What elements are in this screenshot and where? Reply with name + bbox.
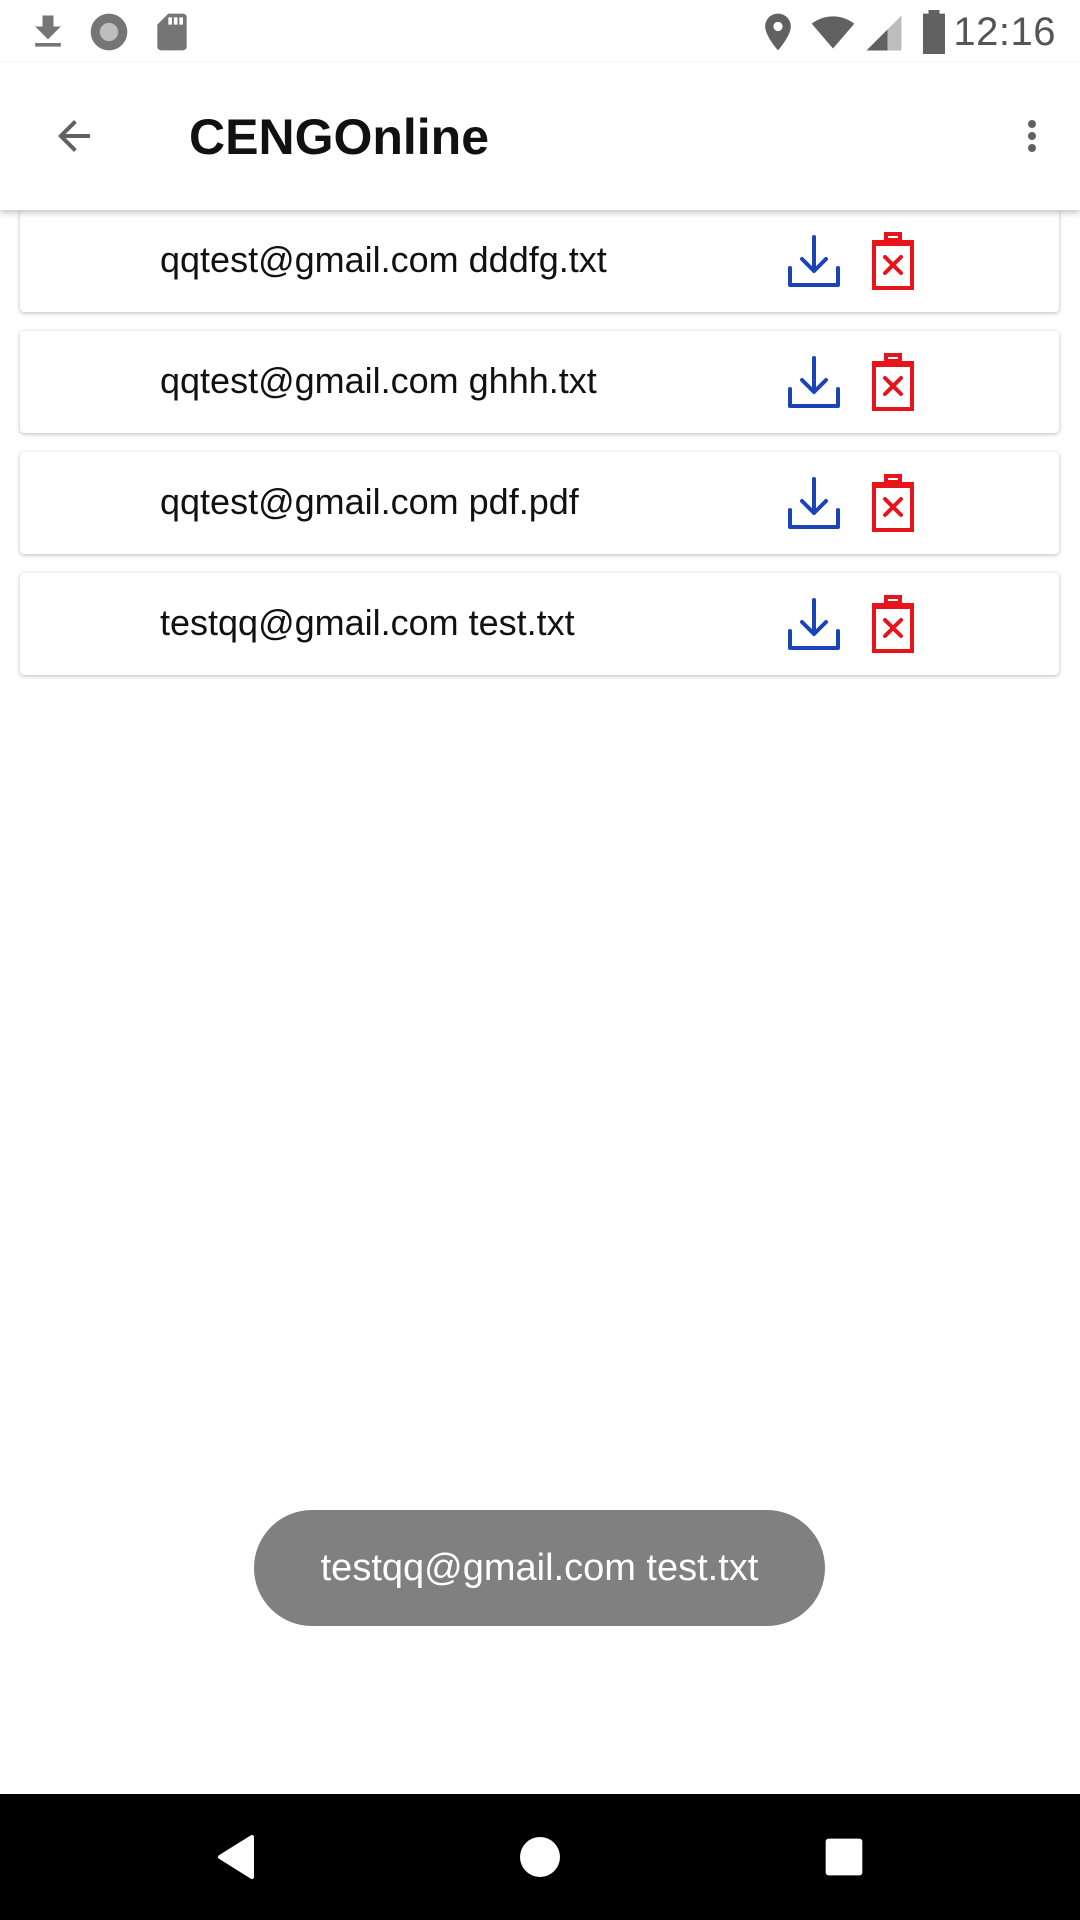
- download-icon: [788, 477, 840, 529]
- download-button[interactable]: [782, 595, 846, 655]
- app-bar: CENGOnline: [0, 63, 1080, 210]
- delete-button[interactable]: [865, 229, 921, 293]
- delete-icon: [872, 232, 914, 290]
- delete-button[interactable]: [865, 592, 921, 656]
- more-vert-icon: [1028, 120, 1036, 152]
- download-icon: [788, 598, 840, 650]
- toast-text: testqq@gmail.com test.txt: [320, 1546, 759, 1589]
- list-item[interactable]: qqtest@gmail.com dddfg.txt: [20, 210, 1059, 312]
- nav-recents-icon: [825, 1838, 863, 1876]
- download-icon: [788, 356, 840, 408]
- nav-back-icon: [218, 1835, 254, 1879]
- file-label: testqq@gmail.com test.txt: [160, 602, 575, 643]
- download-button[interactable]: [782, 474, 846, 534]
- status-bar: 12:16: [0, 0, 1080, 63]
- delete-icon: [872, 595, 914, 653]
- list-item[interactable]: testqq@gmail.com test.txt: [20, 573, 1059, 675]
- nav-home-icon: [520, 1837, 560, 1877]
- battery-icon: [923, 10, 945, 54]
- sd-card-icon: [157, 13, 187, 51]
- navigation-bar: [0, 1794, 1080, 1920]
- status-time: 12:16: [953, 10, 1056, 54]
- record-icon: [90, 13, 128, 51]
- nav-recents-button[interactable]: [804, 1817, 884, 1897]
- page-title: CENGOnline: [189, 109, 490, 165]
- signal-icon: [866, 15, 902, 51]
- arrow-back-icon: [58, 120, 90, 152]
- file-label: qqtest@gmail.com ghhh.txt: [160, 360, 597, 401]
- file-label: qqtest@gmail.com pdf.pdf: [160, 481, 579, 522]
- toast: testqq@gmail.com test.txt: [254, 1510, 825, 1626]
- delete-button[interactable]: [865, 471, 921, 535]
- nav-back-button[interactable]: [196, 1817, 276, 1897]
- location-icon: [765, 13, 791, 51]
- wifi-icon: [811, 16, 855, 49]
- download-button[interactable]: [782, 232, 846, 292]
- overflow-menu-button[interactable]: [1002, 96, 1062, 176]
- list-item[interactable]: qqtest@gmail.com pdf.pdf: [20, 452, 1059, 554]
- file-label: qqtest@gmail.com dddfg.txt: [160, 239, 607, 280]
- delete-icon: [872, 353, 914, 411]
- list-item[interactable]: qqtest@gmail.com ghhh.txt: [20, 331, 1059, 433]
- download-icon: [788, 235, 840, 287]
- download-icon: [35, 15, 61, 47]
- back-button[interactable]: [34, 96, 114, 176]
- download-button[interactable]: [782, 353, 846, 413]
- nav-home-button[interactable]: [500, 1817, 580, 1897]
- delete-button[interactable]: [865, 350, 921, 414]
- delete-icon: [872, 474, 914, 532]
